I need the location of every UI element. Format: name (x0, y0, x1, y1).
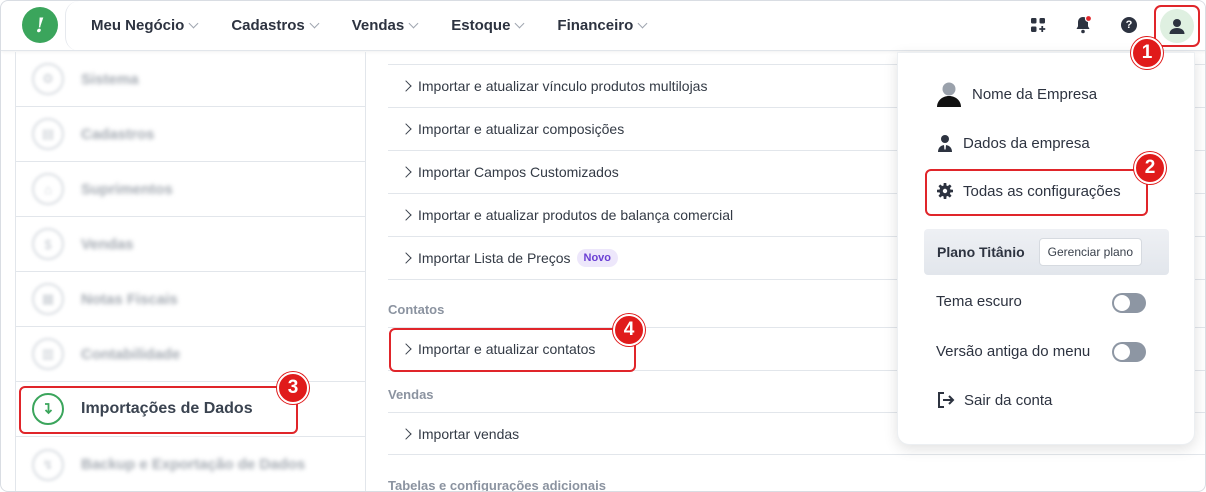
section-title-contatos: Contatos (388, 302, 445, 317)
nav-estoque[interactable]: Estoque (451, 16, 525, 34)
sidebar-item-label: Suprimentos (81, 180, 173, 198)
user-dropdown-menu: Nome da Empresa Dados da empresa Todas a… (897, 52, 1195, 445)
import-row-label: Importar e atualizar vínculo produtos mu… (418, 78, 708, 94)
chevron-right-icon (400, 123, 412, 135)
import-row-label: Importar e atualizar contatos (418, 341, 596, 357)
sidebar-item-sistema[interactable]: ⚙ Sistema (16, 52, 366, 107)
chevron-down-icon (408, 18, 419, 28)
import-row-label: Importar Campos Customizados (418, 164, 619, 180)
old-menu-toggle[interactable] (1112, 342, 1146, 362)
all-settings-item[interactable]: Todas as configurações (936, 182, 1121, 200)
sidebar-item-suprimentos[interactable]: ⌂ Suprimentos (16, 162, 366, 217)
import-row-label: Importar Lista de Preços (418, 250, 571, 266)
chevron-right-icon (400, 209, 412, 221)
import-arrow-icon (32, 393, 64, 425)
sidebar-item-label: Cadastros (81, 125, 155, 143)
app-logo[interactable]: ! (22, 7, 58, 43)
step-badge-2: 2 (1134, 152, 1166, 184)
chevron-right-icon (400, 80, 412, 92)
import-row-label: Importar e atualizar produtos de balança… (418, 207, 734, 223)
new-badge: Novo (576, 249, 619, 267)
step-badge-1: 1 (1131, 37, 1163, 69)
sidebar-item-backup[interactable]: ↯ Backup e Exportação de Dados (16, 437, 366, 491)
user-tie-icon (936, 134, 954, 152)
system-icon: ⚙ (32, 63, 64, 95)
registry-icon: ▤ (32, 118, 64, 150)
supplies-icon: ⌂ (32, 173, 64, 205)
accounting-icon: ▥ (32, 338, 64, 370)
nav-cadastros[interactable]: Cadastros (231, 16, 320, 34)
all-settings-label: Todas as configurações (963, 182, 1121, 200)
old-menu-label: Versão antiga do menu (936, 343, 1091, 360)
step-badge-3: 3 (277, 372, 309, 404)
nav-label: Vendas (351, 16, 405, 34)
sidebar-item-cadastros[interactable]: ▤ Cadastros (16, 107, 366, 162)
user-avatar-icon (1160, 9, 1194, 43)
logout-icon (936, 391, 956, 409)
sidebar-item-notas-fiscais[interactable]: ▦ Notas Fiscais (16, 272, 366, 327)
import-row-label: Importar e atualizar composições (418, 121, 625, 137)
help-icon[interactable]: ? (1118, 14, 1140, 36)
user-menu-button[interactable] (1154, 5, 1200, 47)
nav-label: Financeiro (557, 16, 634, 34)
sidebar-item-vendas[interactable]: $ Vendas (16, 217, 366, 272)
logo-divider (65, 1, 79, 51)
apps-grid-icon[interactable] (1027, 14, 1049, 36)
top-bar: ! Meu Negócio Cadastros Vendas Estoque F… (1, 1, 1205, 51)
main-nav: Meu Negócio Cadastros Vendas Estoque Fin… (91, 1, 680, 49)
sidebar-item-label: Contabilidade (81, 345, 181, 363)
plan-panel: Plano Titânio Gerenciar plano (924, 229, 1169, 275)
nav-financeiro[interactable]: Financeiro (557, 16, 648, 34)
chevron-right-icon (400, 252, 412, 264)
sidebar-item-label: Vendas (81, 235, 134, 253)
chevron-right-icon (400, 427, 412, 440)
dark-theme-toggle[interactable] (1112, 293, 1146, 313)
backup-icon: ↯ (32, 448, 64, 481)
chevron-down-icon (188, 18, 199, 28)
company-data-item[interactable]: Dados da empresa (936, 134, 1090, 152)
nav-label: Meu Negócio (91, 16, 185, 34)
sidebar-item-label: Backup e Exportação de Dados (81, 456, 306, 473)
chevron-right-icon (400, 166, 412, 178)
settings-sidebar: ⚙ Sistema ▤ Cadastros ⌂ Suprimentos $ Vendas… (15, 52, 366, 491)
section-title-vendas: Vendas (388, 387, 434, 402)
step-badge-4: 4 (613, 314, 645, 346)
chevron-down-icon (309, 18, 320, 28)
bell-icon[interactable] (1072, 14, 1094, 36)
nav-meu-negocio[interactable]: Meu Negócio (91, 16, 199, 34)
sidebar-item-importacoes[interactable]: Importações de Dados (16, 382, 366, 437)
plan-name: Plano Titânio (937, 244, 1025, 260)
company-name-item[interactable]: Nome da Empresa (936, 81, 1097, 107)
section-title-tabelas: Tabelas e configurações adicionais (388, 478, 606, 492)
manage-plan-button[interactable]: Gerenciar plano (1038, 238, 1143, 266)
nav-label: Estoque (451, 16, 511, 34)
company-data-label: Dados da empresa (963, 134, 1090, 152)
sidebar-item-label: Importações de Dados (81, 400, 253, 417)
chevron-down-icon (637, 18, 648, 28)
import-row-label: Importar vendas (418, 425, 520, 442)
gear-icon (936, 182, 954, 200)
app-window: ! Meu Negócio Cadastros Vendas Estoque F… (0, 0, 1206, 492)
logout-item[interactable]: Sair da conta (936, 391, 1052, 409)
company-avatar-icon (936, 81, 962, 107)
sidebar-item-contabilidade[interactable]: ▥ Contabilidade (16, 327, 366, 382)
nav-vendas[interactable]: Vendas (351, 16, 419, 34)
company-name: Nome da Empresa (972, 85, 1098, 103)
invoice-icon: ▦ (32, 283, 64, 315)
dark-theme-label: Tema escuro (936, 293, 1022, 310)
nav-label: Cadastros (231, 16, 305, 34)
sidebar-item-label: Notas Fiscais (81, 290, 178, 308)
sidebar-item-label: Sistema (81, 70, 139, 88)
sales-icon: $ (32, 228, 64, 260)
logout-label: Sair da conta (964, 391, 1053, 409)
chevron-down-icon (514, 18, 525, 28)
chevron-right-icon (400, 343, 412, 355)
